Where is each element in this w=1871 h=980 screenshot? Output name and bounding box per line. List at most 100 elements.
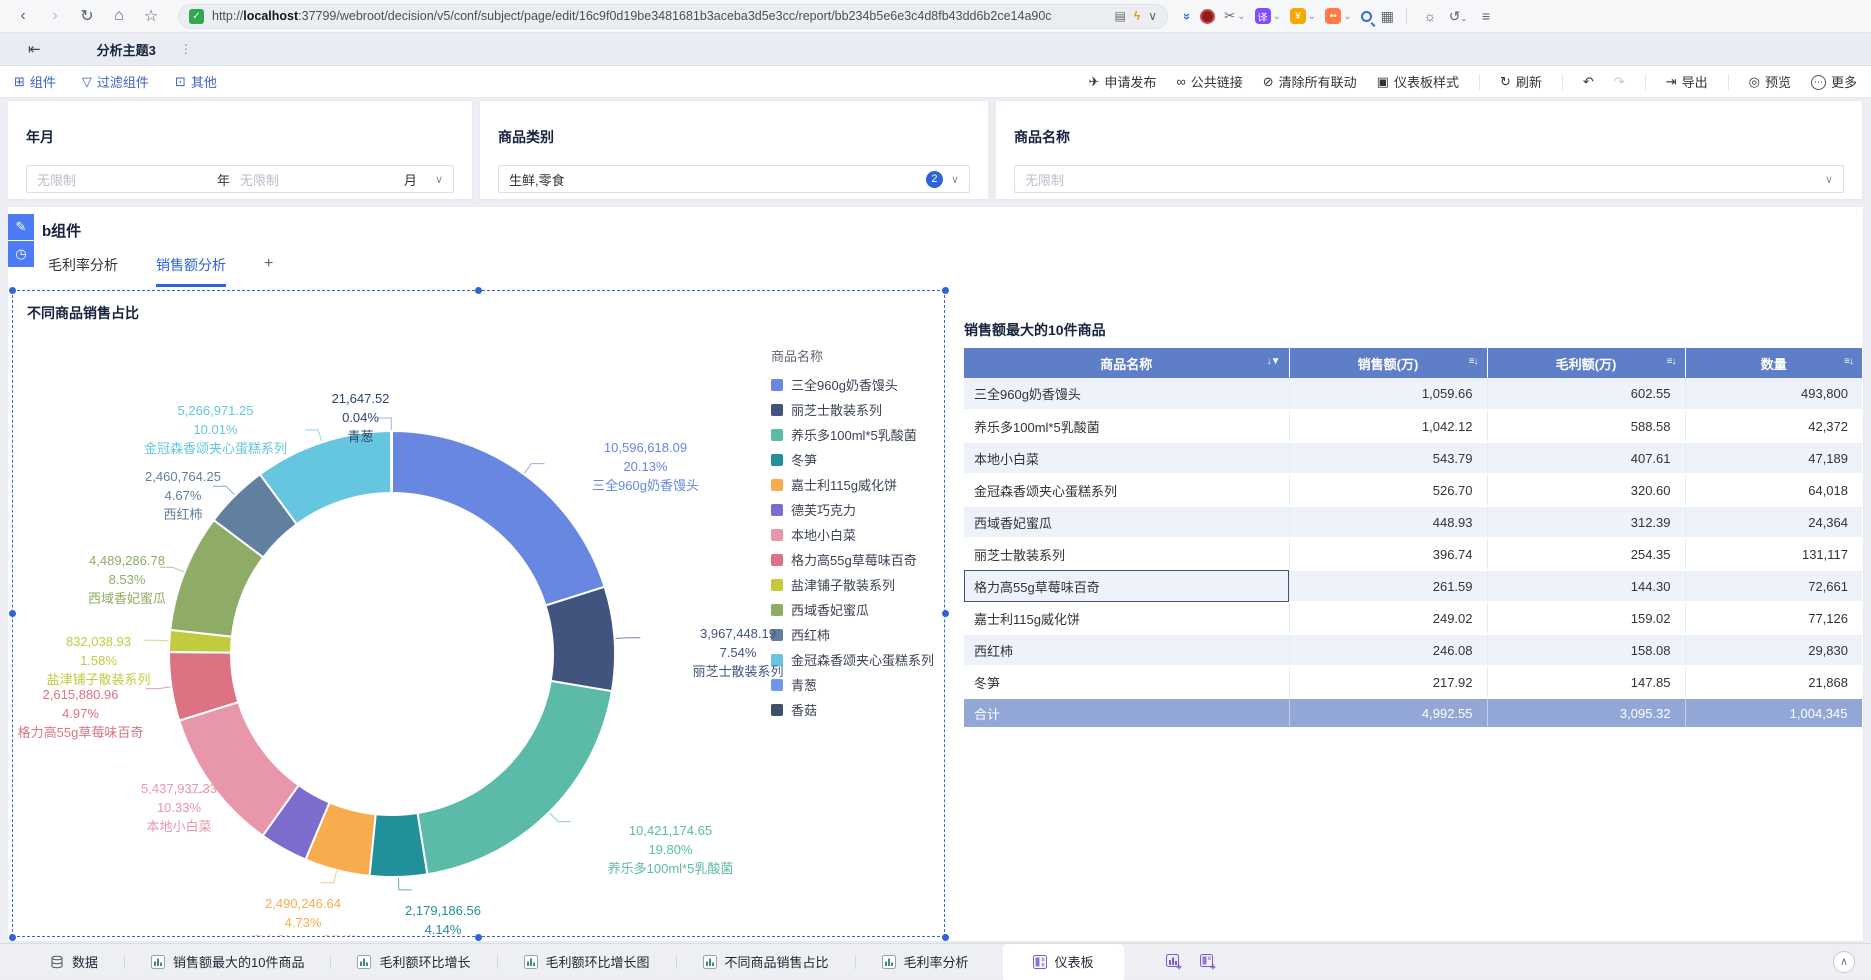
send-button[interactable]: ✈ 申请发布 [1089,72,1157,91]
value-cell[interactable]: 47,189 [1685,442,1862,475]
add-tab-button[interactable]: + [264,255,273,273]
product-name-cell[interactable]: 西域香妃蜜瓜 [964,506,1290,539]
search-extension-icon[interactable] [1360,10,1372,22]
gamepad-extension-icon[interactable]: •• ⌄ [1325,8,1352,24]
export-button[interactable]: ⇥ 导出 [1666,72,1708,91]
redo-button[interactable]: ↷ [1614,74,1625,90]
resize-handle[interactable] [9,934,16,941]
column-header[interactable]: 销售额(万) ≡↓ [1289,348,1488,378]
sort-desc-icon[interactable]: ↓▼ [1267,356,1281,367]
yearmonth-input[interactable]: 无限制 年 无限制 月 ∨ [26,165,454,193]
legend-item[interactable]: 香菇 [771,700,944,719]
legend-item[interactable]: 西域香妃蜜瓜 [771,600,944,619]
address-bar[interactable]: ✓ http://localhost:37799/webroot/decisio… [178,3,1168,29]
edit-pencil-icon[interactable]: ✎ [8,214,34,240]
value-cell[interactable]: 493,800 [1685,378,1862,411]
resize-handle[interactable] [9,610,16,617]
product-name-cell[interactable]: 格力高55g草莓味百奇 [964,570,1290,603]
product-name-cell[interactable]: 金冠森香颂夹心蛋糕系列 [964,474,1290,507]
value-cell[interactable]: 320.60 [1487,474,1686,507]
back-icon[interactable]: ‹ [10,3,36,29]
value-cell[interactable]: 602.55 [1487,378,1686,411]
legend-item[interactable]: 丽芝士散装系列 [771,400,944,419]
url-chevron-icon[interactable]: ∨ [1148,9,1157,23]
value-cell[interactable]: 588.58 [1487,410,1686,443]
sort-icon[interactable]: ≡↓ [1844,356,1854,367]
bottom-tab-5[interactable]: 毛利率分析 [881,952,969,971]
bottom-tab-active-dashboard[interactable]: 仪表板 [1002,943,1124,980]
resize-handle[interactable] [475,287,482,294]
translate-extension-icon[interactable]: 译 ⌄ [1254,8,1281,24]
resize-handle[interactable] [475,934,482,941]
value-cell[interactable]: 249.02 [1289,602,1488,635]
bottom-tab-2[interactable]: 毛利额环比增长 [357,952,471,971]
value-cell[interactable]: 64,018 [1685,474,1862,507]
value-cell[interactable]: 261.59 [1289,570,1488,603]
value-cell[interactable]: 543.79 [1289,442,1488,475]
download-extension-icon[interactable]: » [1180,9,1195,24]
legend-item[interactable]: 格力高55g草莓味百奇 [771,550,944,569]
value-cell[interactable]: 72,661 [1685,570,1862,603]
value-cell[interactable]: 217.92 [1289,666,1488,699]
column-header[interactable]: 毛利额(万) ≡↓ [1487,348,1686,378]
style-button[interactable]: ▣ 仪表板样式 [1377,72,1459,91]
add-dashboard-icon[interactable] [1199,953,1216,970]
apps-grid-icon[interactable]: ▦ [1381,8,1394,25]
value-cell[interactable]: 246.08 [1289,634,1488,667]
forward-icon[interactable]: › [42,3,68,29]
bottom-tab-0[interactable]: 数据 [50,952,98,971]
tab-sales-analysis[interactable]: 销售额分析 [156,255,226,287]
bottom-tab-3[interactable]: 毛利额环比增长图 [523,952,650,971]
legend-item[interactable]: 盐津铺子散装系列 [771,575,944,594]
bottom-tab-1[interactable]: 销售额最大的10件商品 [151,952,304,971]
reload-icon[interactable]: ↻ [74,3,100,29]
legend-item[interactable]: 本地小白菜 [771,525,944,544]
home-icon[interactable]: ⌂ [106,3,132,29]
column-header[interactable]: 数量 ≡↓ [1685,348,1862,378]
legend-item[interactable]: 冬笋 [771,450,944,469]
bookmark-star-icon[interactable]: ☆ [138,3,164,29]
tab-profit-rate-analysis[interactable]: 毛利率分析 [48,255,118,284]
value-cell[interactable]: 407.61 [1487,442,1686,475]
value-cell[interactable]: 158.08 [1487,634,1686,667]
bottom-tab-4[interactable]: 不同商品销售占比 [702,952,829,971]
resize-handle[interactable] [942,287,949,294]
lightning-icon[interactable]: ϟ [1134,9,1140,23]
link-button[interactable]: ∞ 公共链接 [1176,72,1242,91]
tab-more-icon[interactable]: ⋮ [180,42,192,56]
legend-item[interactable]: 德芙巧克力 [771,500,944,519]
sort-icon[interactable]: ≡↓ [1469,356,1479,367]
reader-icon[interactable]: ▤ [1115,9,1126,23]
undo-button[interactable]: ↶ [1583,74,1594,90]
value-cell[interactable]: 526.70 [1289,474,1488,507]
value-cell[interactable]: 29,830 [1685,634,1862,667]
value-cell[interactable]: 396.74 [1289,538,1488,571]
value-cell[interactable]: 448.93 [1289,506,1488,539]
product-name-cell[interactable]: 三全960g奶香馒头 [964,378,1290,411]
other-button[interactable]: ⊡ 其他 [175,72,217,91]
red-badge-extension-icon[interactable] [1200,8,1216,24]
resize-handle[interactable] [942,610,949,617]
value-cell[interactable]: 159.02 [1487,602,1686,635]
value-cell[interactable]: 42,372 [1685,410,1862,443]
legend-item[interactable]: 三全960g奶香馒头 [771,375,944,394]
more-button[interactable]: ⋯ 更多 [1810,72,1857,91]
value-cell[interactable]: 1,059.66 [1289,378,1488,411]
legend-item[interactable]: 嘉士利115g威化饼 [771,475,944,494]
schedule-clock-icon[interactable]: ◷ [8,241,34,267]
resize-handle[interactable] [942,934,949,941]
product-name-cell[interactable]: 冬笋 [964,666,1290,699]
unlink-button[interactable]: ⊘ 清除所有联动 [1263,72,1357,91]
refresh-button[interactable]: ↻ 刷新 [1500,72,1542,91]
history-icon[interactable]: ↺⌄ [1447,8,1469,25]
product-name-cell[interactable]: 养乐多100ml*5乳酸菌 [964,410,1290,443]
product-name-cell[interactable]: 西红柿 [964,634,1290,667]
value-cell[interactable]: 144.30 [1487,570,1686,603]
brightness-icon[interactable]: ☼ [1419,8,1441,24]
value-cell[interactable]: 21,868 [1685,666,1862,699]
add-chart-icon[interactable] [1165,953,1182,970]
value-cell[interactable]: 312.39 [1487,506,1686,539]
value-cell[interactable]: 131,117 [1685,538,1862,571]
column-header[interactable]: 商品名称 ↓▼ [964,348,1290,378]
value-cell[interactable]: 147.85 [1487,666,1686,699]
